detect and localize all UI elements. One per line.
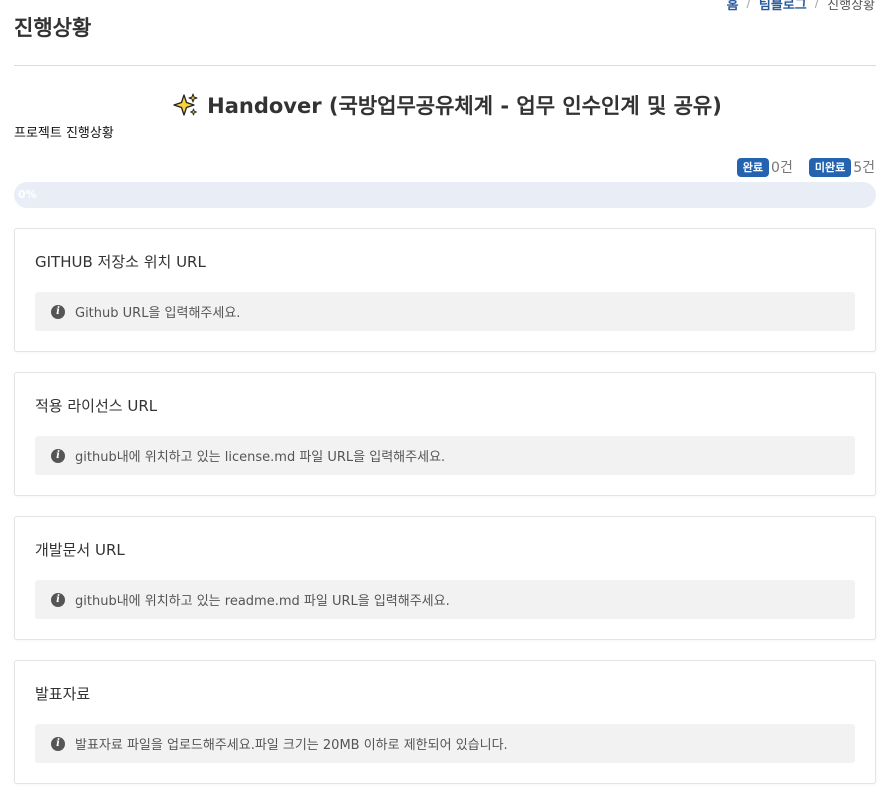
card-info-text: github내에 위치하고 있는 readme.md 파일 URL을 입력해주세…	[75, 594, 450, 609]
breadcrumb-separator: /	[814, 0, 820, 11]
card-dev-doc-url: 개발문서 URL i github내에 위치하고 있는 readme.md 파일…	[14, 516, 876, 640]
complete-count: 0건	[771, 160, 793, 176]
breadcrumb-separator: /	[746, 0, 751, 11]
breadcrumb-blog-link[interactable]: 팀블로그	[759, 0, 807, 13]
page-title: 진행상황	[14, 16, 92, 40]
card-title: 개발문서 URL	[35, 541, 125, 559]
status-counts: 완료 0건 미완료 5건	[736, 157, 875, 177]
card-presentation: 발표자료 i 발표자료 파일을 업로드해주세요.파일 크기는 20MB 이하로 …	[14, 660, 876, 784]
info-icon: i	[51, 304, 65, 319]
breadcrumb-home-link[interactable]: 홈	[727, 0, 739, 13]
progress-bar: 0%	[14, 182, 876, 208]
card-info-box[interactable]: i github내에 위치하고 있는 license.md 파일 URL을 입력…	[35, 436, 855, 475]
sparkle-icon	[173, 93, 198, 116]
card-info-box[interactable]: i 발표자료 파일을 업로드해주세요.파일 크기는 20MB 이하로 제한되어 …	[35, 724, 855, 763]
progress-label: 프로젝트 진행상황	[14, 126, 114, 141]
card-info-text: github내에 위치하고 있는 license.md 파일 URL을 입력해주…	[75, 450, 446, 465]
card-info-text: Github URL을 입력해주세요.	[75, 306, 241, 321]
project-title-row: Handover (국방업무공유체계 - 업무 인수인계 및 공유)	[0, 90, 895, 120]
incomplete-count: 5건	[853, 160, 875, 176]
breadcrumb-current: 진행상황	[827, 0, 875, 13]
card-title: GITHUB 저장소 위치 URL	[35, 253, 206, 271]
card-info-box[interactable]: i github내에 위치하고 있는 readme.md 파일 URL을 입력해…	[35, 580, 855, 619]
card-info-box[interactable]: i Github URL을 입력해주세요.	[35, 292, 855, 331]
info-icon: i	[51, 592, 65, 607]
card-license-url: 적용 라이선스 URL i github내에 위치하고 있는 license.m…	[14, 372, 876, 496]
incomplete-badge: 미완료	[808, 157, 852, 177]
breadcrumb: 홈 / 팀블로그 / 진행상황	[727, 0, 875, 13]
project-title: Handover (국방업무공유체계 - 업무 인수인계 및 공유)	[207, 94, 722, 118]
info-icon: i	[51, 448, 65, 463]
info-icon: i	[51, 736, 65, 751]
card-title: 발표자료	[35, 685, 91, 703]
header-divider	[14, 65, 876, 66]
card-info-text: 발표자료 파일을 업로드해주세요.파일 크기는 20MB 이하로 제한되어 있습…	[75, 738, 508, 753]
card-title: 적용 라이선스 URL	[35, 397, 158, 415]
complete-badge: 완료	[736, 157, 770, 177]
card-github-url: GITHUB 저장소 위치 URL i Github URL을 입력해주세요.	[14, 228, 876, 352]
progress-percent: 0%	[18, 188, 37, 201]
